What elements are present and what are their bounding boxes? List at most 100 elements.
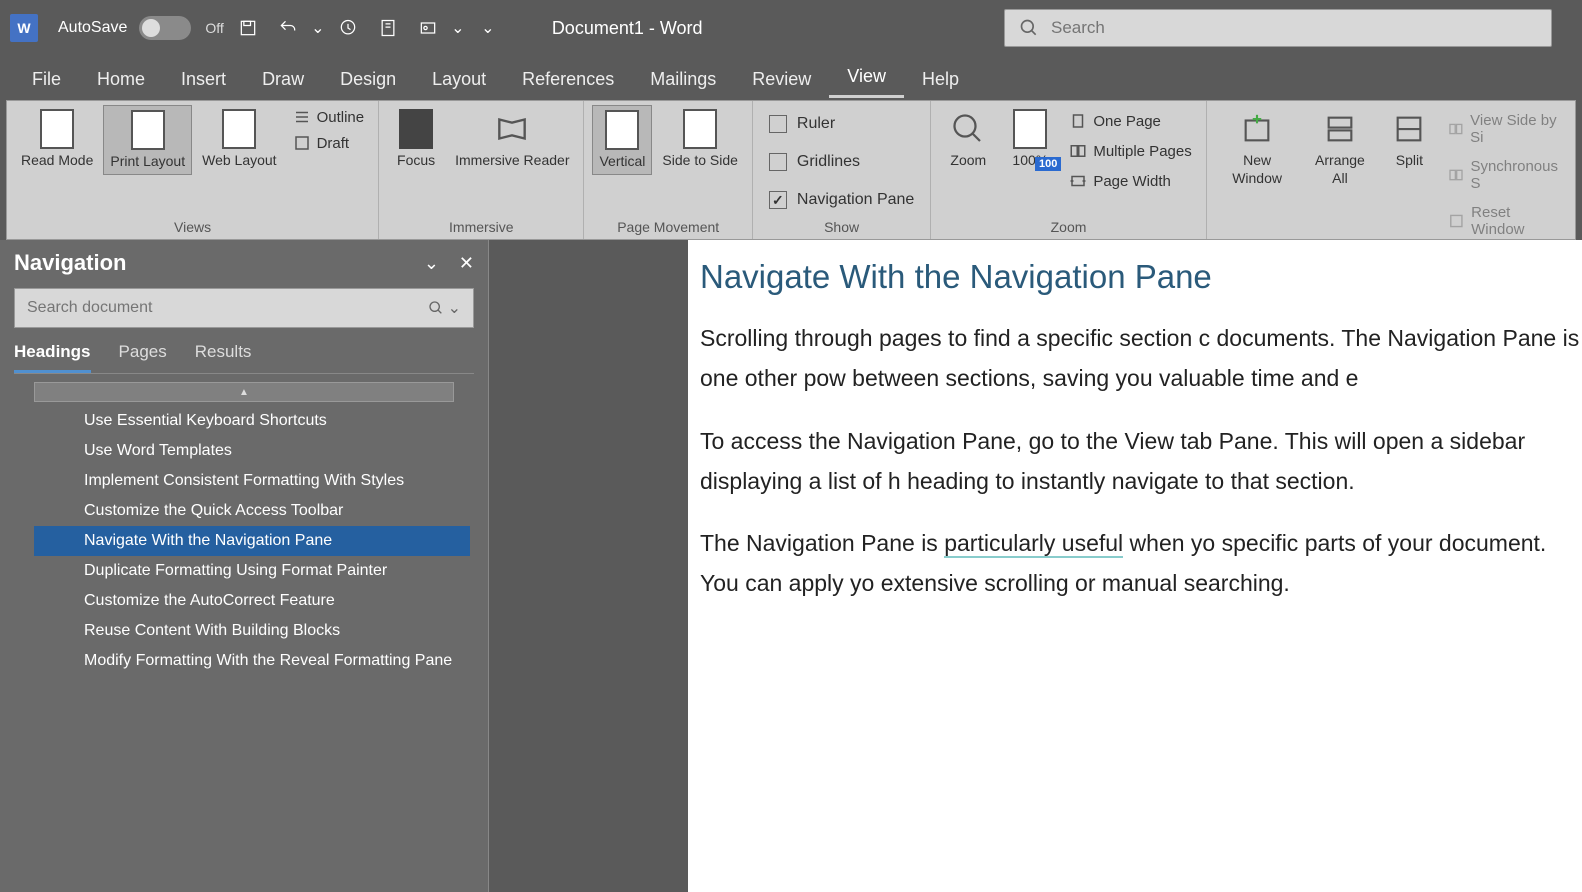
navigation-pane: Navigation ⌄ ✕ ⌄ Headings Pages Results … xyxy=(0,240,488,892)
zoom-100-button[interactable]: 100 100% xyxy=(1001,105,1059,173)
ribbon-group-page-movement: Vertical Side to Side Page Movement xyxy=(584,101,752,239)
nav-heading-item[interactable]: Reuse Content With Building Blocks xyxy=(34,616,470,646)
navigation-pane-checkbox[interactable]: Navigation Pane xyxy=(761,185,922,215)
ribbon-group-immersive: Focus Immersive Reader Immersive xyxy=(379,101,584,239)
print-layout-button[interactable]: Print Layout xyxy=(103,105,192,175)
zoom-icon xyxy=(948,109,988,149)
ribbon: Read Mode Print Layout Web Layout Outlin… xyxy=(6,100,1576,240)
checkbox-icon xyxy=(769,115,787,133)
zoom-100-icon: 100 xyxy=(1010,109,1050,149)
split-button[interactable]: Split xyxy=(1380,105,1438,173)
immersive-reader-button[interactable]: Immersive Reader xyxy=(449,105,575,173)
tab-file[interactable]: File xyxy=(14,61,79,98)
reset-window-icon xyxy=(1448,212,1465,230)
focus-button[interactable]: Focus xyxy=(387,105,445,173)
tab-insert[interactable]: Insert xyxy=(163,61,244,98)
document-gutter xyxy=(488,240,688,892)
one-page-button[interactable]: One Page xyxy=(1063,109,1197,133)
ribbon-group-window: New Window Arrange All Split View Side b… xyxy=(1207,101,1575,239)
gridlines-checkbox[interactable]: Gridlines xyxy=(761,147,922,177)
nav-heading-item[interactable]: Customize the Quick Access Toolbar xyxy=(34,496,470,526)
nav-tab-pages[interactable]: Pages xyxy=(119,342,167,373)
web-layout-icon xyxy=(219,109,259,149)
search-box[interactable] xyxy=(1004,9,1552,47)
nav-close-icon[interactable]: ✕ xyxy=(459,253,474,274)
ribbon-group-views: Read Mode Print Layout Web Layout Outlin… xyxy=(7,101,379,239)
arrange-all-button[interactable]: Arrange All xyxy=(1303,105,1376,191)
document-heading: Navigate With the Navigation Pane xyxy=(688,258,1582,296)
side-to-side-icon xyxy=(680,109,720,149)
document-paragraph: To access the Navigation Pane, go to the… xyxy=(688,421,1582,502)
tab-layout[interactable]: Layout xyxy=(414,61,504,98)
ribbon-tabs: File Home Insert Draw Design Layout Refe… xyxy=(0,56,1582,98)
split-icon xyxy=(1389,109,1429,149)
autosave-toggle[interactable] xyxy=(139,16,191,40)
synchronous-scrolling-button: Synchronous S xyxy=(1442,155,1567,195)
new-window-icon xyxy=(1237,109,1277,149)
tab-design[interactable]: Design xyxy=(322,61,414,98)
multiple-pages-button[interactable]: Multiple Pages xyxy=(1063,139,1197,163)
qat-button-2[interactable] xyxy=(412,12,444,44)
nav-heading-item[interactable]: Customize the AutoCorrect Feature xyxy=(34,586,470,616)
page-width-button[interactable]: Page Width xyxy=(1063,169,1197,193)
title-bar: W AutoSave Off ⌄ ⌄ ⌄ Document1 - Word xyxy=(0,0,1582,56)
nav-heading-item[interactable]: Implement Consistent Formatting With Sty… xyxy=(34,466,470,496)
nav-collapse-button[interactable]: ▲ xyxy=(34,382,454,402)
checkbox-icon xyxy=(769,153,787,171)
ribbon-group-zoom: Zoom 100 100% One Page Multiple Pages Pa… xyxy=(931,101,1206,239)
synchronous-icon xyxy=(1448,166,1464,184)
read-mode-button[interactable]: Read Mode xyxy=(15,105,99,173)
page-width-icon xyxy=(1069,172,1087,190)
redo-button[interactable] xyxy=(332,12,364,44)
vertical-button[interactable]: Vertical xyxy=(592,105,652,175)
arrange-all-icon xyxy=(1320,109,1360,149)
undo-button[interactable] xyxy=(272,12,304,44)
nav-tab-headings[interactable]: Headings xyxy=(14,342,91,373)
qat-dropdown-1[interactable]: ⌄ xyxy=(452,12,464,44)
draft-button[interactable]: Draft xyxy=(287,131,371,155)
read-mode-icon xyxy=(37,109,77,149)
autosave-state: Off xyxy=(205,20,223,36)
nav-search-box[interactable]: ⌄ xyxy=(14,288,474,328)
web-layout-button[interactable]: Web Layout xyxy=(196,105,282,173)
document-area[interactable]: Navigate With the Navigation Pane Scroll… xyxy=(688,240,1582,892)
qat-customize[interactable]: ⌄ xyxy=(472,12,504,44)
search-input[interactable] xyxy=(1051,18,1537,38)
checkbox-checked-icon xyxy=(769,191,787,209)
new-window-button[interactable]: New Window xyxy=(1215,105,1300,191)
undo-dropdown[interactable]: ⌄ xyxy=(312,12,324,44)
outline-button[interactable]: Outline xyxy=(287,105,371,129)
nav-tabs: Headings Pages Results xyxy=(14,342,474,374)
save-button[interactable] xyxy=(232,12,264,44)
immersive-reader-icon xyxy=(492,109,532,149)
nav-search-dropdown[interactable]: ⌄ xyxy=(448,298,461,318)
nav-tab-results[interactable]: Results xyxy=(195,342,252,373)
view-side-by-side-button: View Side by Si xyxy=(1442,109,1567,149)
print-layout-icon xyxy=(128,110,168,150)
qat-button-1[interactable] xyxy=(372,12,404,44)
nav-dropdown-icon[interactable]: ⌄ xyxy=(424,253,439,274)
grammar-underline[interactable]: particularly useful xyxy=(944,530,1123,558)
search-icon xyxy=(428,300,444,316)
nav-search-input[interactable] xyxy=(27,299,428,317)
tab-references[interactable]: References xyxy=(504,61,632,98)
tab-help[interactable]: Help xyxy=(904,61,977,98)
zoom-button[interactable]: Zoom xyxy=(939,105,997,173)
nav-heading-item[interactable]: Use Essential Keyboard Shortcuts xyxy=(34,406,470,436)
nav-heading-item[interactable]: Use Word Templates xyxy=(34,436,470,466)
reset-window-button: Reset Window xyxy=(1442,201,1567,241)
tab-mailings[interactable]: Mailings xyxy=(632,61,734,98)
document-title: Document1 - Word xyxy=(552,18,703,39)
tab-review[interactable]: Review xyxy=(734,61,829,98)
tab-home[interactable]: Home xyxy=(79,61,163,98)
nav-heading-item[interactable]: Duplicate Formatting Using Format Painte… xyxy=(34,556,470,586)
tab-draw[interactable]: Draw xyxy=(244,61,322,98)
multiple-pages-icon xyxy=(1069,142,1087,160)
ruler-checkbox[interactable]: Ruler xyxy=(761,109,922,139)
nav-heading-item[interactable]: Navigate With the Navigation Pane xyxy=(34,526,470,556)
autosave-label: AutoSave xyxy=(58,19,127,37)
tab-view[interactable]: View xyxy=(829,58,904,98)
document-paragraph: Scrolling through pages to find a specif… xyxy=(688,318,1582,399)
nav-heading-item[interactable]: Modify Formatting With the Reveal Format… xyxy=(34,646,470,676)
side-to-side-button[interactable]: Side to Side xyxy=(656,105,744,173)
